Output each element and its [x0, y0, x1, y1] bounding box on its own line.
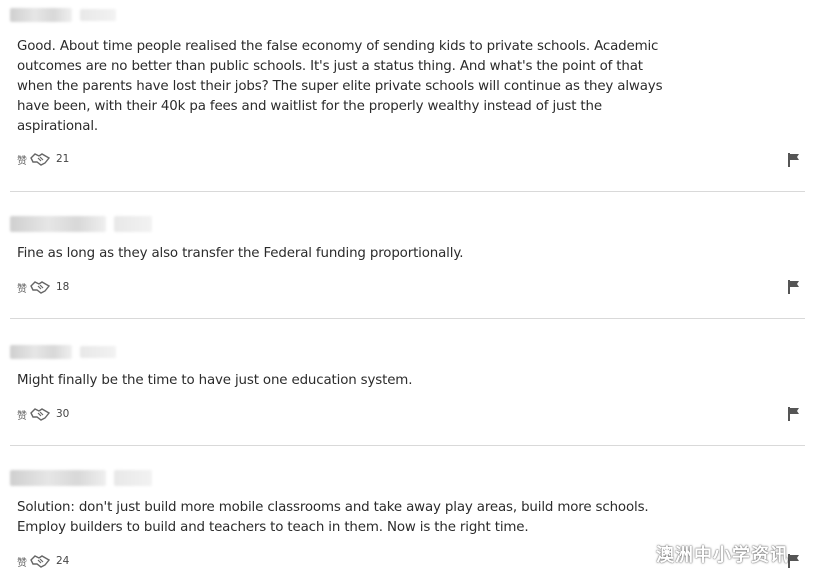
comment-actions: 赞 30: [17, 406, 69, 422]
handshake-icon[interactable]: [30, 280, 50, 294]
comment-text: Might finally be the time to have just o…: [17, 373, 413, 388]
like-count: 24: [56, 555, 70, 567]
handshake-icon[interactable]: [30, 554, 50, 568]
like-label: 赞: [17, 155, 27, 167]
flag-icon[interactable]: [787, 553, 801, 569]
handshake-icon[interactable]: [30, 407, 50, 421]
flag-icon[interactable]: [787, 279, 801, 295]
like-label: 赞: [17, 283, 27, 295]
comments-page: Good. About time people realised the fal…: [0, 0, 813, 587]
watermark-text: 澳洲中小学资讯: [656, 544, 789, 566]
like-label: 赞: [17, 410, 27, 422]
comment-text: Solution: don't just build more mobile c…: [17, 500, 649, 535]
author-name-redacted: [10, 341, 116, 363]
comment-actions: 赞 18: [17, 279, 69, 295]
like-label: 赞: [17, 557, 27, 569]
comment-actions: 赞 21: [17, 151, 69, 167]
like-count: 21: [56, 153, 70, 165]
comment-text: Fine as long as they also transfer the F…: [17, 246, 464, 261]
comment-divider: [10, 445, 805, 446]
comment-divider: [10, 318, 805, 319]
author-name-redacted: [10, 4, 116, 26]
comment-divider: [10, 191, 805, 192]
author-name-redacted: [10, 467, 152, 489]
like-count: 30: [56, 408, 70, 420]
flag-icon[interactable]: [787, 406, 801, 422]
author-name-redacted: [10, 213, 152, 235]
wechat-icon: [624, 540, 650, 567]
like-count: 18: [56, 281, 70, 293]
comment-actions: 赞 24: [17, 553, 69, 569]
handshake-icon[interactable]: [30, 152, 50, 166]
comment-text: Good. About time people realised the fal…: [17, 39, 663, 134]
flag-icon[interactable]: [787, 152, 801, 168]
watermark: 澳洲中小学资讯: [624, 540, 789, 567]
